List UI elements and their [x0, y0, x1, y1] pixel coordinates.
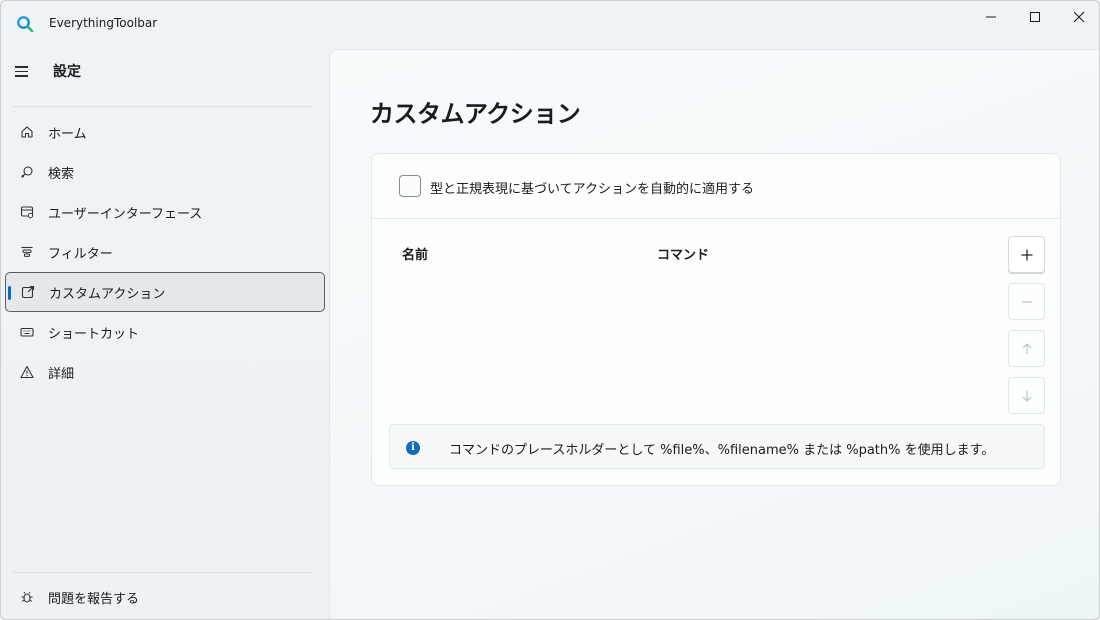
sidebar-item-search[interactable]: 検索 [5, 152, 325, 192]
custom-actions-card: 型と正規表現に基づいてアクションを自動的に適用する 名前 コマンド i コマンド… [371, 153, 1061, 486]
sidebar-item-filter[interactable]: フィルター [5, 232, 325, 272]
sidebar-item-label: 検索 [48, 166, 75, 182]
minus-icon [1021, 300, 1032, 303]
info-text: コマンドのプレースホルダーとして %file%、%filename% または %… [449, 443, 995, 458]
plus-icon [1021, 249, 1032, 260]
hamburger-menu-icon[interactable] [15, 63, 33, 77]
add-action-button[interactable] [1008, 236, 1045, 273]
minimize-button[interactable] [969, 1, 1013, 33]
arrow-down-icon [1022, 390, 1031, 402]
sidebar-item-label: カスタムアクション [49, 286, 166, 302]
auto-apply-row: 型と正規表現に基づいてアクションを自動的に適用する [372, 154, 1060, 219]
maximize-button[interactable] [1013, 1, 1057, 33]
main-content: カスタムアクション 型と正規表現に基づいてアクションを自動的に適用する 名前 コ… [329, 49, 1099, 619]
sidebar-item-label: ユーザーインターフェース [48, 206, 203, 222]
open-external-icon [20, 284, 36, 300]
ui-icon [19, 204, 35, 220]
sidebar-item-report-issue[interactable]: 問題を報告する [5, 577, 325, 617]
bug-icon [19, 589, 35, 605]
sidebar-item-label: ショートカット [48, 326, 140, 342]
sidebar-item-home[interactable]: ホーム [5, 112, 325, 152]
sidebar-item-label: フィルター [48, 246, 113, 262]
auto-apply-checkbox[interactable] [399, 175, 421, 197]
close-button[interactable] [1057, 1, 1099, 33]
sidebar-header: 設定 [53, 64, 81, 80]
info-bar: i コマンドのプレースホルダーとして %file%、%filename% または… [389, 424, 1045, 469]
column-header-name: 名前 [402, 248, 429, 263]
arrow-up-icon [1022, 342, 1031, 354]
home-icon [19, 124, 35, 140]
remove-action-button[interactable] [1008, 283, 1045, 320]
sidebar-item-shortcuts[interactable]: ショートカット [5, 312, 325, 352]
app-window: EverythingToolbar 設定 ホーム 検索 ユーザーインターフェース… [0, 0, 1100, 620]
sidebar-item-custom-actions[interactable]: カスタムアクション [5, 272, 325, 312]
page-title: カスタムアクション [370, 100, 581, 128]
move-up-button[interactable] [1008, 330, 1045, 367]
column-header-command: コマンド [657, 248, 710, 263]
sidebar-item-label: 詳細 [48, 366, 75, 382]
info-icon: i [406, 441, 420, 455]
title-bar: EverythingToolbar [1, 1, 1099, 47]
filter-icon [19, 244, 35, 260]
move-down-button[interactable] [1008, 377, 1045, 414]
auto-apply-label[interactable]: 型と正規表現に基づいてアクションを自動的に適用する [430, 178, 754, 197]
sidebar-item-advanced[interactable]: 詳細 [5, 352, 325, 392]
sidebar-item-user-interface[interactable]: ユーザーインターフェース [5, 192, 325, 232]
sidebar-item-label: 問題を報告する [48, 591, 140, 607]
app-search-icon [16, 15, 34, 33]
sidebar-item-label: ホーム [48, 126, 87, 142]
selection-indicator [8, 286, 11, 300]
sidebar-footer-divider [13, 572, 313, 573]
warning-icon [19, 364, 35, 380]
app-title: EverythingToolbar [49, 16, 158, 30]
search-icon [19, 164, 35, 180]
keyboard-icon [19, 324, 35, 340]
sidebar: 設定 ホーム 検索 ユーザーインターフェース フィルター カスタムアクション シ… [1, 47, 329, 619]
sidebar-divider [13, 106, 313, 107]
